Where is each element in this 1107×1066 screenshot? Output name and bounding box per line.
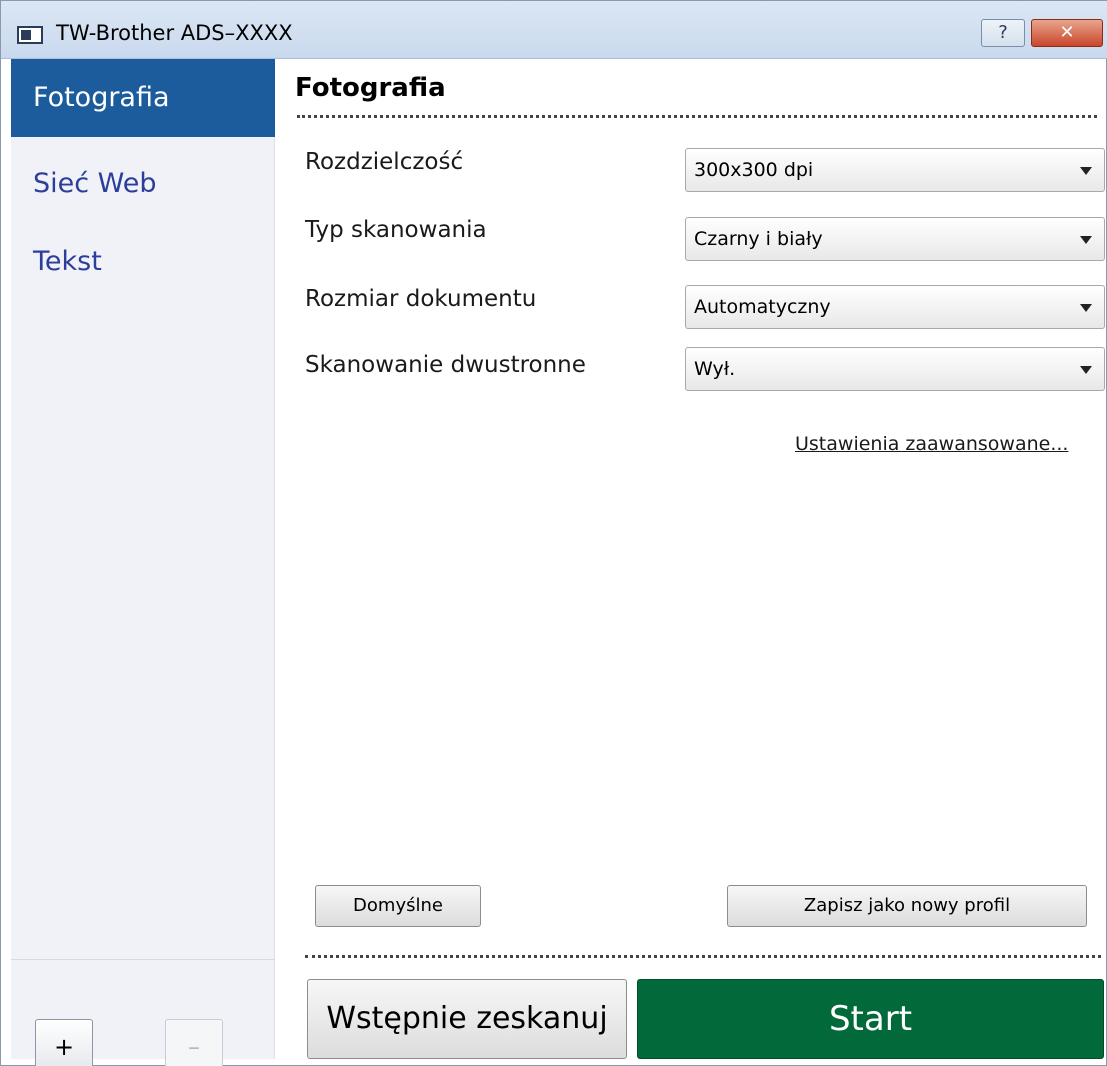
add-profile-button[interactable]: + xyxy=(35,1019,93,1066)
start-button[interactable]: Start xyxy=(637,979,1104,1059)
duplex-select[interactable]: Wył. xyxy=(685,347,1105,391)
sidebar-divider xyxy=(11,959,275,960)
sidebar-item-fotografia[interactable]: Fotografia xyxy=(11,59,275,137)
remove-profile-button[interactable]: – xyxy=(165,1019,223,1066)
resolution-select[interactable]: 300x300 dpi xyxy=(685,148,1105,192)
advanced-settings-link[interactable]: Ustawienia zaawansowane... xyxy=(795,433,1068,455)
title-bar[interactable]: TW-Brother ADS–XXXX ? ✕ xyxy=(1,1,1107,59)
action-divider xyxy=(305,955,1101,958)
chevron-down-icon xyxy=(1080,366,1092,374)
prescan-button[interactable]: Wstępnie zeskanuj xyxy=(307,979,627,1059)
scanner-window: TW-Brother ADS–XXXX ? ✕ Fotografia Sieć … xyxy=(0,0,1107,1066)
profile-sidebar: Fotografia Sieć Web Tekst + – xyxy=(11,59,275,1066)
scan-type-label: Typ skanowania xyxy=(305,217,487,243)
chevron-down-icon xyxy=(1080,167,1092,175)
scan-type-select[interactable]: Czarny i biały xyxy=(685,217,1105,261)
document-size-label: Rozmiar dokumentu xyxy=(305,286,537,312)
document-size-value: Automatyczny xyxy=(694,296,831,318)
save-profile-button[interactable]: Zapisz jako nowy profil xyxy=(727,885,1087,927)
app-icon xyxy=(17,26,43,44)
duplex-value: Wył. xyxy=(694,358,736,380)
sidebar-item-tekst[interactable]: Tekst xyxy=(11,223,275,301)
close-button[interactable]: ✕ xyxy=(1031,19,1103,47)
title-divider xyxy=(297,115,1097,118)
help-button[interactable]: ? xyxy=(981,19,1025,47)
section-title: Fotografia xyxy=(295,73,446,103)
duplex-label: Skanowanie dwustronne xyxy=(305,352,586,378)
default-button[interactable]: Domyślne xyxy=(315,885,481,927)
resolution-label: Rozdzielczość xyxy=(305,149,464,175)
chevron-down-icon xyxy=(1080,236,1092,244)
document-size-select[interactable]: Automatyczny xyxy=(685,285,1105,329)
sidebar-item-siec-web[interactable]: Sieć Web xyxy=(11,145,275,223)
chevron-down-icon xyxy=(1080,304,1092,312)
scan-type-value: Czarny i biały xyxy=(694,228,823,250)
resolution-value: 300x300 dpi xyxy=(694,159,814,181)
settings-panel: Fotografia Rozdzielczość 300x300 dpi Typ… xyxy=(275,59,1107,1059)
window-title: TW-Brother ADS–XXXX xyxy=(56,21,293,45)
